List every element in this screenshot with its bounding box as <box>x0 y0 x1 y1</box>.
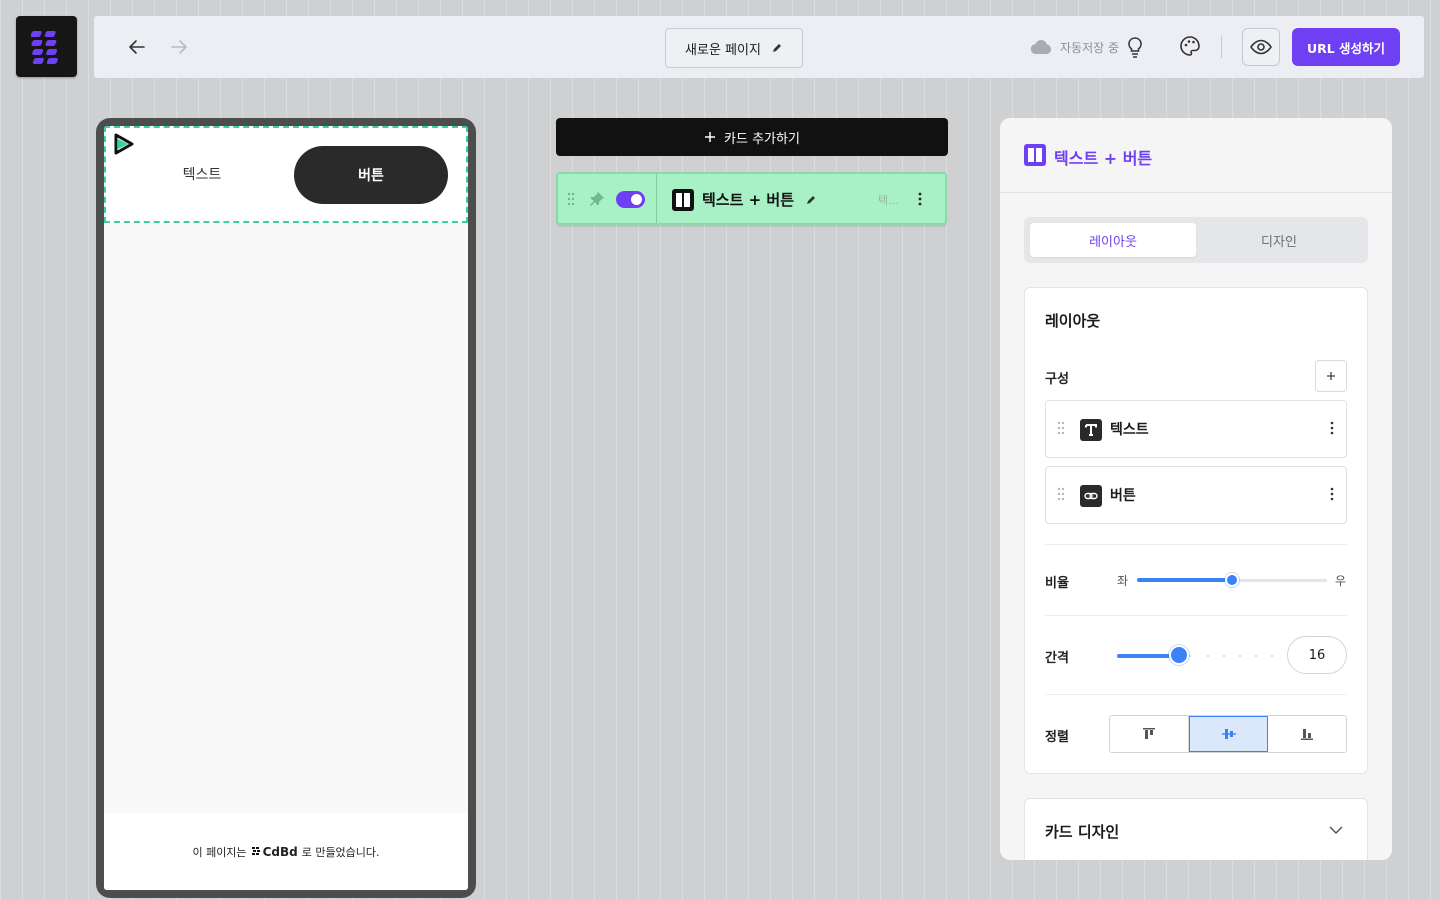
drag-handle-icon[interactable] <box>566 192 576 206</box>
card-design-section[interactable]: 카드 디자인 <box>1024 798 1368 860</box>
align-top-button[interactable] <box>1110 716 1189 752</box>
align-bottom-button[interactable] <box>1268 716 1346 752</box>
more-vertical-icon[interactable] <box>918 192 922 206</box>
align-label: 정렬 <box>1045 730 1069 745</box>
tab-design[interactable]: 디자인 <box>1196 223 1362 257</box>
phone-screen: 텍스트 버튼 이 페이지는 CdBd 로 만들었습니다. <box>104 126 468 890</box>
preview-button[interactable] <box>1242 28 1280 66</box>
align-center-icon <box>1221 729 1236 739</box>
footer-brand[interactable]: CdBd <box>251 845 298 859</box>
palette-icon <box>1180 36 1200 56</box>
app-logo[interactable] <box>16 16 77 77</box>
component-label: 버튼 <box>1110 488 1136 504</box>
more-vertical-icon[interactable] <box>1330 421 1334 435</box>
autosave-label: 자동저장 중 <box>1060 40 1120 55</box>
gap-slider-tick <box>1189 655 1191 657</box>
top-toolbar: 새로운 페이지 자동저장 중 URL 생성하기 <box>94 16 1424 78</box>
add-card-label: 카드 추가하기 <box>724 131 800 147</box>
arrow-left-icon <box>129 40 145 54</box>
card-list-item[interactable]: 텍스트 + 버튼 텍... <box>556 172 947 225</box>
page-title: 새로운 페이지 <box>685 42 761 58</box>
brand-mark-icon <box>251 846 260 855</box>
drag-handle-icon[interactable] <box>1056 421 1066 435</box>
ratio-right-label: 우 <box>1335 574 1347 588</box>
properties-panel: 텍스트 + 버튼 레이아웃 디자인 레이아웃 구성 텍스트 버튼 비율 좌 우 … <box>1000 118 1392 860</box>
link-icon <box>1080 485 1102 507</box>
layout-section-title: 레이아웃 <box>1045 312 1101 330</box>
gap-slider-knob[interactable] <box>1169 645 1189 665</box>
align-top-icon <box>1142 728 1155 739</box>
gap-slider-tick <box>1223 655 1225 657</box>
component-item-button[interactable]: 버튼 <box>1045 466 1347 524</box>
pin-icon[interactable] <box>589 191 605 207</box>
split-layout-icon <box>1024 144 1046 166</box>
ratio-slider-fill <box>1137 578 1232 582</box>
gap-slider-tick <box>1207 655 1209 657</box>
pencil-icon <box>772 44 781 52</box>
composition-label: 구성 <box>1045 372 1069 387</box>
panel-title: 텍스트 + 버튼 <box>1054 149 1153 168</box>
page-title-field[interactable]: 새로운 페이지 <box>665 28 803 68</box>
pencil-icon[interactable] <box>805 194 817 206</box>
ratio-left-label: 좌 <box>1117 574 1129 588</box>
gap-slider-tick <box>1271 655 1273 657</box>
autosave-status: 자동저장 중 <box>1030 36 1143 58</box>
plus-icon <box>705 132 716 142</box>
align-center-button[interactable] <box>1188 716 1269 752</box>
ratio-label: 비율 <box>1045 576 1069 591</box>
panel-tabs: 레이아웃 디자인 <box>1024 217 1368 263</box>
align-bottom-icon <box>1301 729 1314 740</box>
footer-prefix: 이 페이지는 <box>192 845 247 859</box>
footer-suffix: 로 만들었습니다. <box>301 845 380 859</box>
text-icon <box>1080 419 1102 441</box>
footer-brand-name: CdBd <box>262 844 298 859</box>
component-item-text[interactable]: 텍스트 <box>1045 400 1347 458</box>
more-vertical-icon[interactable] <box>1330 487 1334 501</box>
gap-label: 간격 <box>1045 651 1069 666</box>
card-row-divider <box>656 174 657 223</box>
add-component-button[interactable] <box>1315 360 1347 392</box>
gap-slider-tick <box>1239 655 1241 657</box>
align-button-group <box>1109 715 1347 753</box>
chevron-down-icon[interactable] <box>1329 825 1343 835</box>
card-name: 텍스트 + 버튼 <box>702 191 795 209</box>
generate-url-button[interactable]: URL 생성하기 <box>1292 28 1400 66</box>
undo-button[interactable] <box>123 33 151 61</box>
section-divider <box>1045 544 1347 545</box>
eye-icon <box>1250 39 1272 55</box>
arrow-right-icon <box>171 40 187 54</box>
preview-selected-card[interactable]: 텍스트 버튼 <box>104 126 468 223</box>
card-subtitle: 텍... <box>878 194 899 207</box>
card-design-title: 카드 디자인 <box>1045 823 1120 841</box>
gap-slider-tick <box>1255 655 1257 657</box>
play-icon <box>114 133 134 155</box>
theme-palette-button[interactable] <box>1177 33 1203 59</box>
lightbulb-icon <box>1128 37 1142 58</box>
add-card-button[interactable]: 카드 추가하기 <box>556 118 948 156</box>
card-visibility-toggle[interactable] <box>616 191 645 208</box>
gap-value-input[interactable]: 16 <box>1287 636 1347 674</box>
toolbar-divider <box>1221 36 1222 58</box>
preview-button-element[interactable]: 버튼 <box>294 146 448 204</box>
drag-handle-icon[interactable] <box>1056 487 1066 501</box>
split-layout-icon <box>672 189 694 211</box>
redo-button[interactable] <box>165 33 193 61</box>
app-logo-icon <box>30 30 58 64</box>
tab-layout[interactable]: 레이아웃 <box>1030 223 1196 257</box>
section-divider <box>1045 694 1347 695</box>
panel-header: 텍스트 + 버튼 <box>1000 118 1392 193</box>
preview-footer: 이 페이지는 CdBd 로 만들었습니다. <box>104 813 468 890</box>
layout-section: 레이아웃 구성 텍스트 버튼 비율 좌 우 간격 16 정렬 <box>1024 287 1368 774</box>
cloud-icon <box>1030 39 1052 55</box>
phone-preview-frame: 텍스트 버튼 이 페이지는 CdBd 로 만들었습니다. <box>96 118 476 898</box>
section-divider <box>1045 615 1347 616</box>
preview-text-label: 텍스트 <box>182 167 222 183</box>
ratio-slider-knob[interactable] <box>1225 573 1239 587</box>
component-label: 텍스트 <box>1110 422 1149 438</box>
plus-icon <box>1327 372 1335 380</box>
